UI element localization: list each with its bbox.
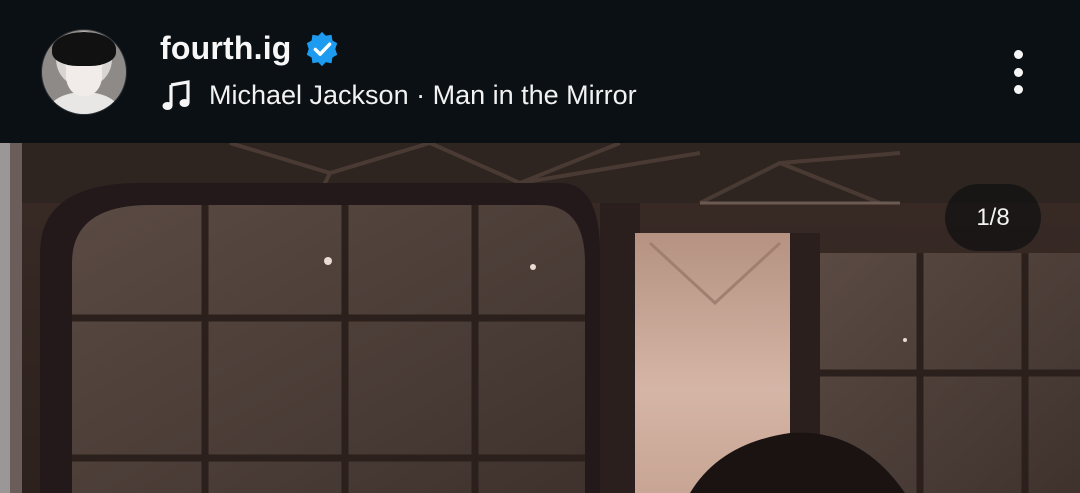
photo-scene [0, 143, 1080, 493]
avatar-hair [52, 32, 116, 66]
more-vertical-icon [1013, 50, 1023, 59]
avatar[interactable] [41, 29, 127, 115]
audio-track-label[interactable]: Michael Jackson · Man in the Mirror [209, 80, 637, 111]
verified-badge-icon [306, 31, 338, 67]
more-options-button[interactable] [998, 44, 1038, 100]
post-header: fourth.ig Michael Jackson · Man in the M… [0, 0, 1080, 143]
music-note-icon [162, 80, 190, 110]
more-dot [1013, 85, 1023, 94]
more-dot [1013, 67, 1023, 77]
carousel-counter: 1/8 [945, 184, 1041, 251]
post-photo[interactable] [0, 143, 1080, 493]
username[interactable]: fourth.ig [160, 30, 292, 67]
